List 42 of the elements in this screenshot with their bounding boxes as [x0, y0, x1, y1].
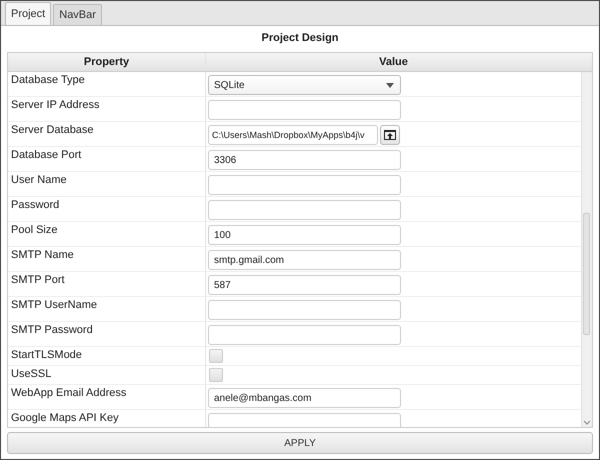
input-field[interactable]: 587 — [208, 275, 401, 295]
scrollbar[interactable] — [581, 72, 592, 427]
property-label: Google Maps API Key — [11, 412, 119, 424]
column-header: Value — [378, 55, 409, 70]
property-label: SMTP Name — [11, 249, 74, 261]
input-field[interactable] — [208, 325, 401, 345]
column-header: Property — [8, 53, 206, 71]
property-label: SMTP UserName — [11, 299, 97, 311]
input-field[interactable]: 100 — [208, 225, 401, 245]
scroll-thumb[interactable] — [583, 213, 590, 335]
checkbox[interactable] — [209, 368, 223, 382]
upload-icon — [383, 129, 397, 141]
apply-button[interactable]: APPLY — [7, 432, 593, 454]
property-label: Pool Size — [11, 224, 58, 236]
input-field[interactable]: anele@mbangas.com — [208, 388, 401, 408]
tab[interactable]: Project — [5, 2, 52, 25]
property-label: Password — [11, 199, 60, 211]
input-field[interactable] — [208, 413, 401, 427]
caret-icon — [386, 82, 394, 88]
input-field[interactable] — [208, 200, 401, 220]
browse-button[interactable] — [380, 125, 400, 145]
property-label: UseSSL — [11, 368, 52, 380]
input-field[interactable] — [208, 300, 401, 320]
property-label: Database Type — [11, 74, 85, 86]
input-field[interactable] — [208, 100, 401, 120]
property-label: Server IP Address — [11, 99, 100, 111]
property-label: StartTLSMode — [11, 349, 82, 361]
tab[interactable]: NavBar — [53, 4, 102, 25]
property-label: User Name — [11, 174, 67, 186]
input-field[interactable]: smtp.gmail.com — [208, 250, 401, 270]
property-label: SMTP Password — [11, 324, 93, 336]
property-label: WebApp Email Address — [11, 387, 126, 399]
checkbox[interactable] — [209, 349, 223, 363]
property-label: SMTP Port — [11, 274, 65, 286]
property-label: Database Port — [11, 149, 82, 161]
dropdown[interactable]: SQLite — [208, 75, 401, 95]
input-field[interactable] — [208, 175, 401, 195]
chevron-down-icon[interactable] — [583, 420, 592, 425]
input-field[interactable]: 3306 — [208, 150, 401, 170]
panel-title: Project Design — [260, 31, 340, 46]
input-field[interactable]: C:\Users\Mash\Dropbox\MyApps\b4j\v — [208, 125, 378, 145]
property-label: Server Database — [11, 124, 94, 136]
